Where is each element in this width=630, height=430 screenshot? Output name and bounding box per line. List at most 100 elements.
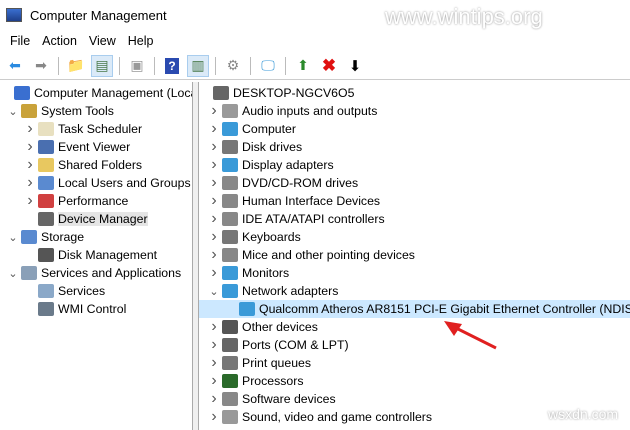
tree-item[interactable]: › Display adapters <box>199 156 630 174</box>
chevron-right-icon[interactable]: › <box>208 138 220 156</box>
tree-item[interactable]: Services <box>0 282 192 300</box>
tree-item[interactable]: › Task Scheduler <box>0 120 192 138</box>
chevron-right-icon[interactable]: › <box>208 246 220 264</box>
tree-item[interactable]: › DVD/CD-ROM drives <box>199 174 630 192</box>
chevron-right-icon[interactable]: › <box>208 408 220 426</box>
tree-item[interactable]: › Computer <box>199 120 630 138</box>
tree-item-label: Event Viewer <box>58 140 131 154</box>
tree-item[interactable]: › IDE ATA/ATAPI controllers <box>199 210 630 228</box>
tree-item[interactable]: Disk Management <box>0 246 192 264</box>
forward-icon[interactable]: ➡ <box>30 55 52 77</box>
chevron-right-icon[interactable]: › <box>208 318 220 336</box>
tree-item[interactable]: WMI Control <box>0 300 192 318</box>
tree-item-label: Software devices <box>242 392 336 406</box>
tree-item[interactable]: › Processors <box>199 372 630 390</box>
tree-item[interactable]: › Print queues <box>199 354 630 372</box>
chevron-down-icon[interactable]: ⌄ <box>7 231 19 244</box>
device-icon <box>222 284 238 298</box>
tree-item[interactable]: ⌄ System Tools <box>0 102 192 120</box>
tree-item[interactable]: DESKTOP-NGCV6O5 <box>199 84 630 102</box>
tree-item[interactable]: › Keyboards <box>199 228 630 246</box>
tree-item[interactable]: › Audio inputs and outputs <box>199 102 630 120</box>
chevron-right-icon[interactable]: › <box>208 264 220 282</box>
menu-help[interactable]: Help <box>122 34 160 48</box>
tree-item[interactable]: › Event Viewer <box>0 138 192 156</box>
chevron-right-icon[interactable]: › <box>208 336 220 354</box>
panes: Computer Management (Local ⌄ System Tools ›… <box>0 82 630 430</box>
device-icon <box>21 266 37 280</box>
chevron-right-icon[interactable]: › <box>24 174 36 192</box>
tree-item[interactable]: › Human Interface Devices <box>199 192 630 210</box>
properties-icon[interactable]: ▣ <box>126 55 148 77</box>
chevron-right-icon[interactable]: › <box>208 120 220 138</box>
tree-item[interactable]: › Disk drives <box>199 138 630 156</box>
action-pane-icon[interactable]: ▥ <box>187 54 209 77</box>
chevron-right-icon[interactable]: › <box>24 156 36 174</box>
uninstall-icon[interactable]: ✖ <box>318 55 340 77</box>
tree-item[interactable]: › Shared Folders <box>0 156 192 174</box>
device-icon <box>38 194 54 208</box>
chevron-right-icon[interactable]: › <box>208 228 220 246</box>
chevron-right-icon[interactable]: › <box>208 390 220 408</box>
chevron-down-icon[interactable]: ⌄ <box>7 105 19 118</box>
tree-item[interactable]: › Other devices <box>199 318 630 336</box>
tree-item[interactable]: Qualcomm Atheros AR8151 PCI-E Gigabit Et… <box>199 300 630 318</box>
up-folder-icon[interactable]: 📁 <box>65 55 87 77</box>
chevron-right-icon[interactable]: › <box>208 174 220 192</box>
menu-view[interactable]: View <box>83 34 122 48</box>
show-hide-tree-icon[interactable]: ▤ <box>91 54 113 77</box>
chevron-right-icon[interactable]: › <box>208 372 220 390</box>
tree-item[interactable]: Computer Management (Local <box>0 84 192 102</box>
tree-item[interactable]: ⌄ Storage <box>0 228 192 246</box>
chevron-down-icon[interactable]: ⌄ <box>208 285 220 298</box>
device-icon <box>222 104 238 118</box>
help-icon[interactable]: ? <box>161 55 183 77</box>
tree-item-label: Monitors <box>242 266 290 280</box>
update-driver-icon[interactable]: ⬆ <box>292 55 314 77</box>
scan-hardware-icon[interactable]: ⚙ <box>222 55 244 77</box>
chevron-right-icon[interactable]: › <box>208 210 220 228</box>
toolbar-divider <box>154 56 155 75</box>
tree-item-label: Sound, video and game controllers <box>242 410 433 424</box>
menu-file[interactable]: File <box>4 34 36 48</box>
device-icon <box>222 194 238 208</box>
chevron-right-icon[interactable]: › <box>208 354 220 372</box>
tree-item[interactable]: › Monitors <box>199 264 630 282</box>
tree-item-label: Computer Management (Local <box>34 86 193 100</box>
device-icon <box>38 158 54 172</box>
toolbar-divider <box>215 56 216 75</box>
device-icon <box>222 392 238 406</box>
chevron-right-icon[interactable]: › <box>24 192 36 210</box>
computer-management-icon <box>6 8 22 22</box>
tree-item-label: Ports (COM & LPT) <box>242 338 349 352</box>
chevron-right-icon[interactable]: › <box>208 156 220 174</box>
window-title: Computer Management <box>30 7 167 23</box>
device-icon <box>38 176 54 190</box>
tree-item-label: Human Interface Devices <box>242 194 381 208</box>
tree-item[interactable]: ⌄ Network adapters <box>199 282 630 300</box>
tree-item-label: DESKTOP-NGCV6O5 <box>233 86 355 100</box>
chevron-down-icon[interactable]: ⌄ <box>7 267 19 280</box>
device-icon <box>213 86 229 100</box>
chevron-right-icon[interactable]: › <box>208 102 220 120</box>
tree-item[interactable]: Device Manager <box>0 210 192 228</box>
chevron-right-icon[interactable]: › <box>24 138 36 156</box>
tree-item-label: IDE ATA/ATAPI controllers <box>242 212 385 226</box>
device-icon <box>222 140 238 154</box>
disable-icon[interactable]: ⬇ <box>344 55 366 77</box>
tree-item[interactable]: ⌄ Services and Applications <box>0 264 192 282</box>
tree-item[interactable]: › Ports (COM & LPT) <box>199 336 630 354</box>
tree-item[interactable]: › Performance <box>0 192 192 210</box>
tree-item-label: DVD/CD-ROM drives <box>242 176 359 190</box>
menu-action[interactable]: Action <box>36 34 83 48</box>
back-icon[interactable]: ⬅ <box>4 55 26 77</box>
chevron-right-icon[interactable]: › <box>208 192 220 210</box>
chevron-right-icon[interactable]: › <box>24 120 36 138</box>
tree-item[interactable]: › Local Users and Groups <box>0 174 192 192</box>
monitor-icon[interactable]: 🖵 <box>257 55 279 77</box>
red-arrow-annotation <box>444 321 497 350</box>
tree-item-label: Network adapters <box>242 284 339 298</box>
toolbar-divider <box>119 56 120 75</box>
device-icon <box>222 356 238 370</box>
tree-item[interactable]: › Mice and other pointing devices <box>199 246 630 264</box>
